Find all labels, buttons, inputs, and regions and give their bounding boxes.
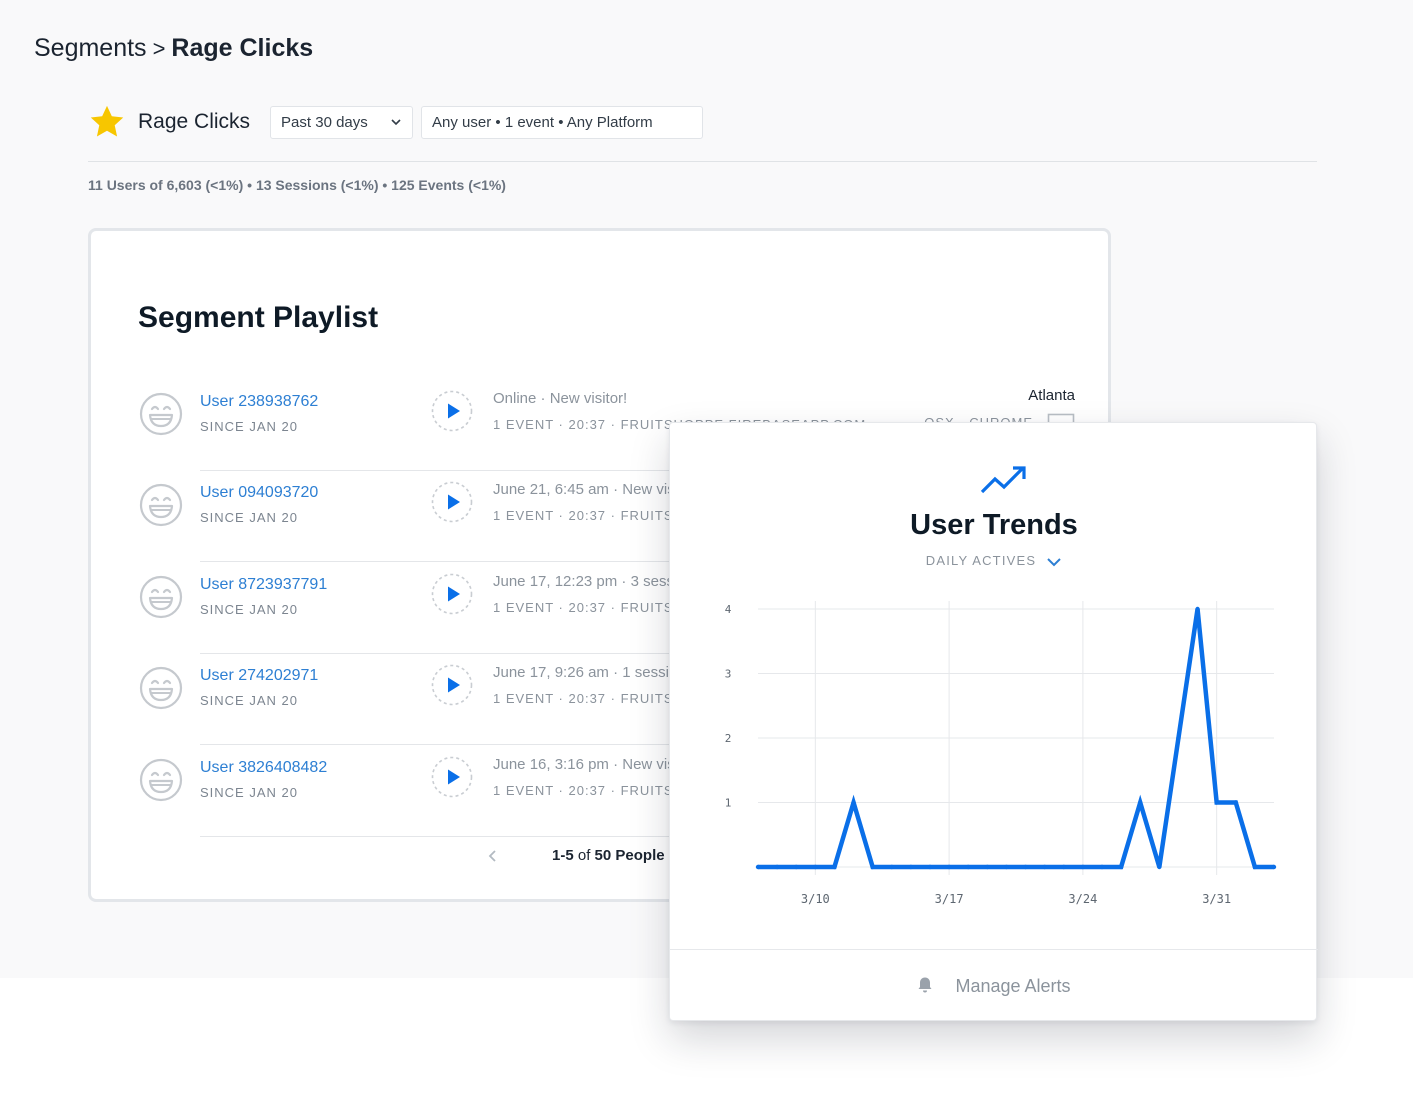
pager-range: 1-5 — [552, 847, 574, 864]
user-link[interactable]: User 8723937791 — [200, 576, 327, 594]
data-point — [755, 864, 761, 870]
bell-icon — [918, 977, 932, 993]
breadcrumb-separator: > — [152, 36, 166, 61]
data-point — [966, 864, 971, 870]
breadcrumb: Segments > Rage Clicks — [34, 34, 313, 63]
data-point — [1233, 800, 1238, 805]
date-range-value: Past 30 days — [281, 113, 368, 131]
user-since: SINCE JAN 20 — [200, 785, 298, 800]
segment-title: Rage Clicks — [138, 110, 251, 133]
data-point — [1252, 864, 1258, 870]
play-icon[interactable] — [431, 756, 473, 798]
smiley-face-icon — [139, 392, 183, 436]
user-since: SINCE JAN 20 — [200, 419, 298, 434]
y-tick-label: 4 — [725, 603, 732, 616]
session-summary: Online · New visitor! — [493, 390, 628, 407]
x-tick-label: 3/24 — [1068, 892, 1097, 906]
data-point — [1176, 735, 1181, 741]
data-point — [946, 864, 952, 870]
smiley-face-icon — [139, 758, 183, 802]
metric-label: DAILY ACTIVES — [925, 553, 1037, 568]
manage-alerts-label: Manage Alerts — [955, 976, 1071, 996]
data-point — [870, 864, 875, 870]
data-point — [813, 864, 818, 870]
data-point — [832, 864, 837, 870]
pager-total: 50 People — [594, 847, 665, 864]
segment-filter-button[interactable]: Any user • 1 event • Any Platform — [421, 105, 704, 139]
data-point — [1118, 864, 1124, 870]
data-point — [1138, 800, 1143, 805]
trends-title: User Trends — [910, 509, 1078, 541]
data-point — [1004, 864, 1009, 870]
y-tick-label: 2 — [725, 732, 732, 745]
manage-alerts-button[interactable]: Manage Alerts — [670, 976, 1318, 997]
user-link[interactable]: User 094093720 — [200, 484, 318, 502]
user-since: SINCE JAN 20 — [200, 510, 298, 525]
y-tick-label: 3 — [725, 668, 732, 681]
chevron-down-icon — [1047, 557, 1061, 566]
data-point — [1080, 864, 1086, 870]
trend-up-icon — [980, 466, 1026, 494]
data-point — [908, 864, 914, 870]
daily-actives-chart: 1 2 3 4 3/10 3/17 3/24 3/31 — [725, 601, 1277, 906]
play-icon[interactable] — [431, 390, 473, 432]
user-link[interactable]: User 274202971 — [200, 667, 318, 685]
data-point — [774, 864, 780, 870]
star-icon[interactable] — [88, 103, 126, 141]
user-since: SINCE JAN 20 — [200, 602, 298, 617]
data-point — [1099, 864, 1105, 870]
data-point — [1023, 864, 1028, 870]
pager-count: 1-5 of 50 People — [552, 847, 665, 864]
chevron-down-icon — [391, 119, 401, 126]
smiley-face-icon — [139, 575, 183, 619]
trends-footer-divider — [670, 949, 1318, 950]
metric-dropdown[interactable]: DAILY ACTIVES — [670, 553, 1318, 568]
pager-of: of — [577, 847, 591, 864]
user-trends-card: User Trends DAILY ACTIVES 1 2 3 4 3/10 3/17 3/… — [669, 422, 1318, 1021]
data-point — [1195, 606, 1200, 612]
x-tick-label: 3/17 — [935, 892, 964, 906]
data-point — [889, 864, 894, 870]
playlist-title: Segment Playlist — [138, 301, 379, 334]
x-tick-label: 3/10 — [801, 892, 830, 906]
play-icon[interactable] — [431, 664, 473, 706]
data-point — [1042, 864, 1047, 870]
user-link[interactable]: User 3826408482 — [200, 759, 327, 777]
breadcrumb-current: Rage Clicks — [171, 34, 314, 62]
y-tick-label: 1 — [725, 797, 732, 810]
data-point — [794, 864, 799, 870]
user-since: SINCE JAN 20 — [200, 693, 298, 708]
segment-header: Rage Clicks Past 30 days Any user • 1 ev… — [88, 100, 711, 144]
play-icon[interactable] — [431, 481, 473, 523]
data-point — [1157, 864, 1162, 870]
breadcrumb-parent-link[interactable]: Segments — [34, 34, 147, 62]
segment-filter-summary: Any user • 1 event • Any Platform — [432, 113, 653, 131]
segment-stats: 11 Users of 6,603 (<1%) • 13 Sessions (<… — [88, 177, 506, 193]
data-point — [851, 800, 856, 805]
data-point — [1271, 864, 1277, 870]
x-tick-label: 3/31 — [1202, 892, 1231, 906]
play-icon[interactable] — [431, 573, 473, 615]
data-point — [927, 864, 933, 870]
data-point — [985, 864, 990, 870]
smiley-face-icon — [139, 483, 183, 527]
user-location: Atlanta — [1028, 387, 1075, 404]
date-range-dropdown[interactable]: Past 30 days — [270, 105, 414, 139]
smiley-face-icon — [139, 666, 183, 710]
session-summary: June 17, 9:26 am · 1 session — [493, 664, 686, 681]
user-link[interactable]: User 238938762 — [200, 393, 318, 411]
data-point — [1214, 800, 1219, 805]
header-divider — [88, 161, 1317, 162]
data-point — [1061, 864, 1066, 870]
playlist-pager: 1-5 of 50 People — [486, 847, 665, 864]
chevron-left-icon[interactable] — [486, 849, 500, 863]
